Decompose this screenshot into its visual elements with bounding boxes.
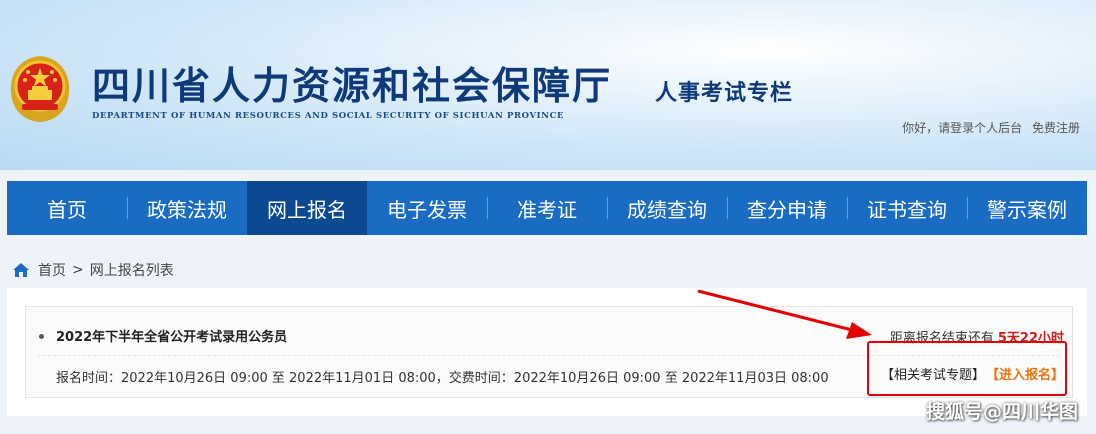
nav-item-e-invoice[interactable]: 电子发票 — [367, 181, 487, 235]
nav-item-home[interactable]: 首页 — [7, 181, 127, 235]
nav-item-admission-ticket[interactable]: 准考证 — [487, 181, 607, 235]
exam-title[interactable]: 2022年下半年全省公开考试录用公务员 — [56, 326, 287, 345]
annotation-highlight-box — [867, 341, 1067, 396]
exam-times: 报名时间：2022年10月26日 09:00 至 2022年11月01日 08:… — [56, 371, 829, 386]
watermark: 搜狐号@四川华图 — [925, 401, 1078, 423]
main-nav: 首页 政策法规 网上报名 电子发票 准考证 成绩查询 查分申请 证书查询 警示案… — [7, 181, 1087, 235]
nav-item-warning-cases[interactable]: 警示案例 — [967, 181, 1087, 235]
breadcrumb: 首页 > 网上报名列表 — [12, 260, 174, 280]
home-icon — [13, 263, 29, 277]
site-subtitle: DEPARTMENT OF HUMAN RESOURCES AND SOCIAL… — [92, 111, 565, 121]
column-title: 人事考试专栏 — [655, 81, 794, 106]
nav-item-online-registration[interactable]: 网上报名 — [247, 181, 367, 235]
national-emblem-icon — [10, 56, 70, 122]
nav-item-certificate-query[interactable]: 证书查询 — [847, 181, 967, 235]
login-link[interactable]: 你好，请登录个人后台 — [902, 121, 1022, 135]
nav-item-policy[interactable]: 政策法规 — [127, 181, 247, 235]
breadcrumb-current: 网上报名列表 — [89, 263, 174, 279]
user-links: 你好，请登录个人后台 免费注册 — [896, 119, 1080, 136]
register-link[interactable]: 免费注册 — [1032, 121, 1080, 135]
site-header: 四川省人力资源和社会保障厅 DEPARTMENT OF HUMAN RESOUR… — [0, 0, 1096, 170]
bullet-icon — [39, 334, 44, 339]
nav-item-score-query[interactable]: 成绩查询 — [607, 181, 727, 235]
nav-item-score-review[interactable]: 查分申请 — [727, 181, 847, 235]
site-title: 四川省人力资源和社会保障厅 — [92, 63, 613, 108]
breadcrumb-home[interactable]: 首页 — [38, 260, 66, 280]
breadcrumb-separator: > — [72, 262, 84, 278]
